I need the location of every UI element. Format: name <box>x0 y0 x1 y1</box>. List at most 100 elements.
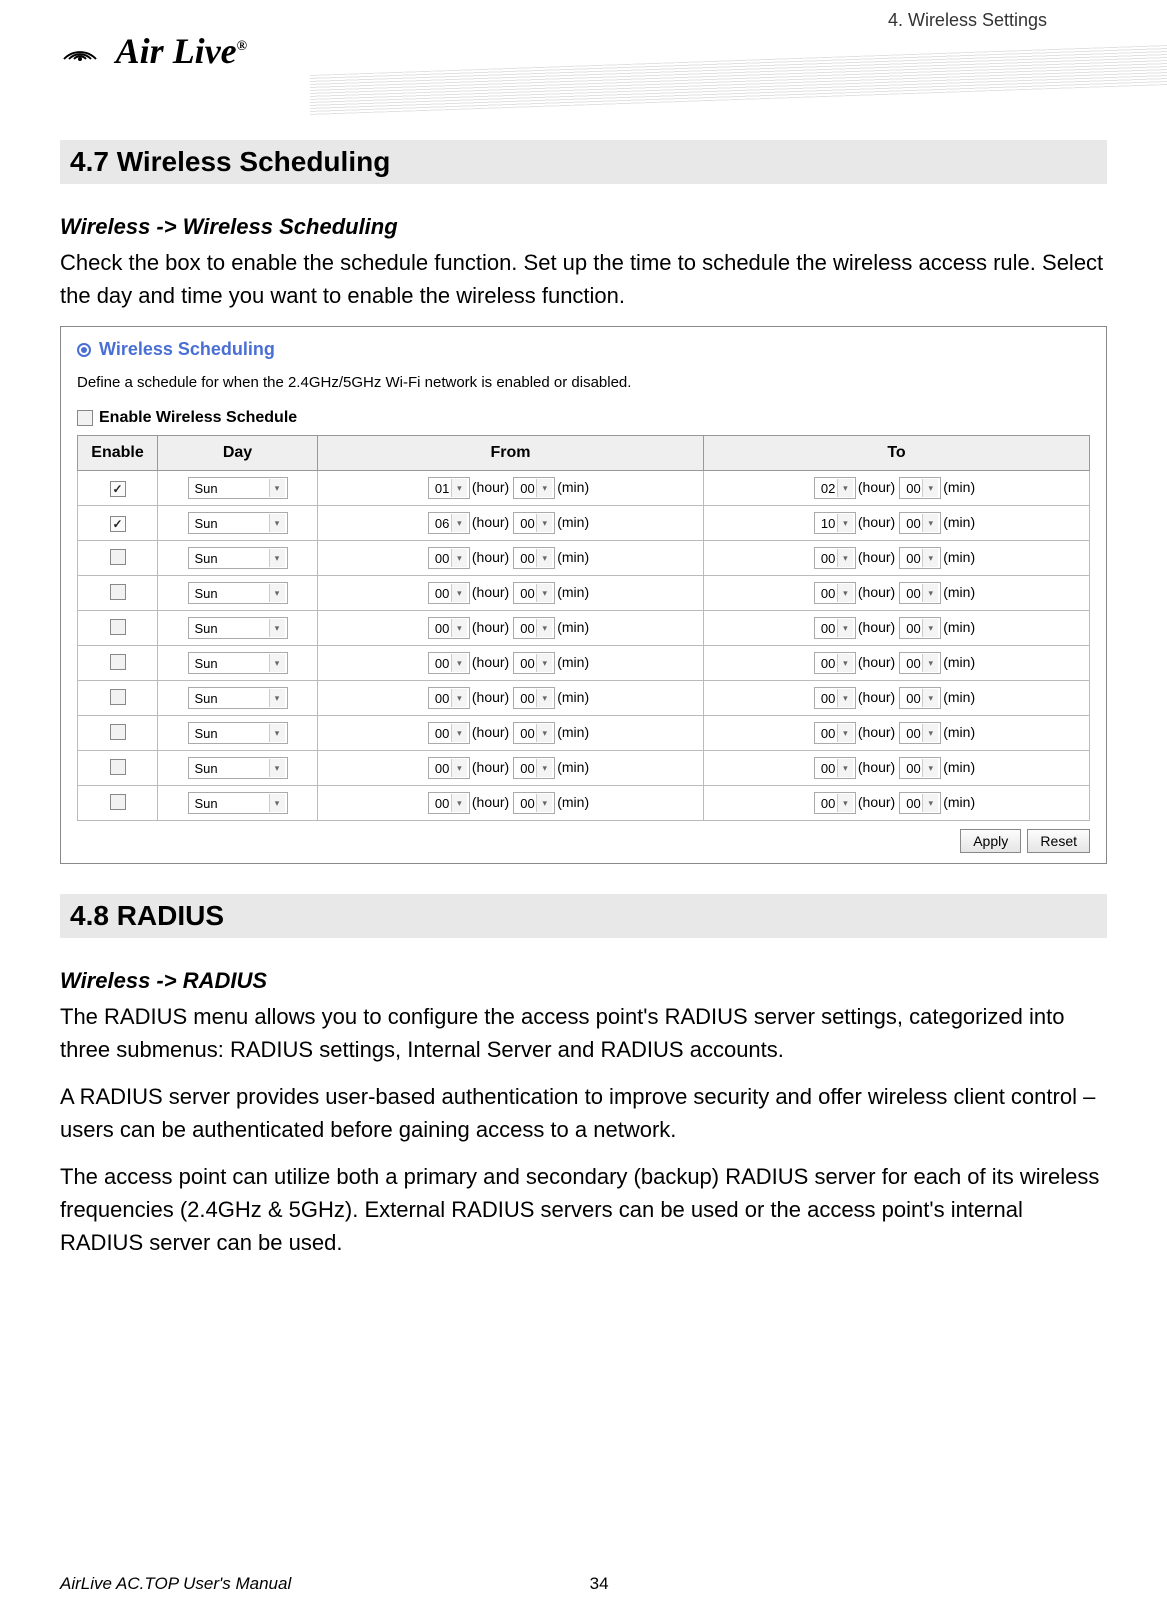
screenshot-desc: Define a schedule for when the 2.4GHz/5G… <box>77 374 1090 391</box>
row-enable-checkbox[interactable] <box>110 481 126 497</box>
min-label: (min) <box>943 514 975 530</box>
day-select[interactable]: Sun▾ <box>188 757 288 779</box>
row-enable-checkbox[interactable] <box>110 689 126 705</box>
row-enable-checkbox[interactable] <box>110 794 126 810</box>
row-enable-checkbox[interactable] <box>110 724 126 740</box>
hour-select[interactable]: 00▾ <box>814 547 856 569</box>
row-enable-checkbox[interactable] <box>110 619 126 635</box>
enable-schedule-label: Enable Wireless Schedule <box>99 409 297 427</box>
day-select[interactable]: Sun▾ <box>188 792 288 814</box>
min-select[interactable]: 00▾ <box>899 722 941 744</box>
row-enable-checkbox[interactable] <box>110 654 126 670</box>
hour-select[interactable]: 00▾ <box>814 582 856 604</box>
row-enable-checkbox[interactable] <box>110 516 126 532</box>
apply-button[interactable]: Apply <box>960 829 1021 853</box>
hour-select[interactable]: 00▾ <box>428 617 470 639</box>
min-select[interactable]: 00▾ <box>899 477 941 499</box>
hour-select[interactable]: 00▾ <box>814 652 856 674</box>
chevron-down-icon: ▾ <box>922 584 938 602</box>
hour-select[interactable]: 00▾ <box>814 722 856 744</box>
min-select[interactable]: 00▾ <box>513 757 555 779</box>
hour-label: (hour) <box>858 724 895 740</box>
min-select[interactable]: 00▾ <box>513 617 555 639</box>
wifi-icon <box>60 30 100 72</box>
chevron-down-icon: ▾ <box>536 654 552 672</box>
day-select[interactable]: Sun▾ <box>188 617 288 639</box>
hour-select[interactable]: 00▾ <box>428 652 470 674</box>
min-select[interactable]: 00▾ <box>899 582 941 604</box>
min-select[interactable]: 00▾ <box>513 582 555 604</box>
chevron-down-icon: ▾ <box>837 689 853 707</box>
hour-select[interactable]: 01▾ <box>428 477 470 499</box>
row-enable-checkbox[interactable] <box>110 584 126 600</box>
day-select[interactable]: Sun▾ <box>188 512 288 534</box>
enable-schedule-checkbox[interactable] <box>77 410 93 426</box>
min-select[interactable]: 00▾ <box>513 722 555 744</box>
min-select[interactable]: 00▾ <box>899 792 941 814</box>
chevron-down-icon: ▾ <box>837 549 853 567</box>
row-enable-checkbox[interactable] <box>110 759 126 775</box>
reset-button[interactable]: Reset <box>1027 829 1090 853</box>
day-select[interactable]: Sun▾ <box>188 477 288 499</box>
min-select[interactable]: 00▾ <box>513 512 555 534</box>
min-label: (min) <box>943 584 975 600</box>
min-select[interactable]: 00▾ <box>513 687 555 709</box>
chevron-down-icon: ▾ <box>536 619 552 637</box>
chevron-down-icon: ▾ <box>269 724 285 742</box>
min-select[interactable]: 00▾ <box>899 512 941 534</box>
chevron-down-icon: ▾ <box>269 759 285 777</box>
day-select[interactable]: Sun▾ <box>188 722 288 744</box>
min-select[interactable]: 00▾ <box>513 792 555 814</box>
min-select[interactable]: 00▾ <box>513 652 555 674</box>
min-label: (min) <box>943 549 975 565</box>
row-enable-checkbox[interactable] <box>110 549 126 565</box>
chevron-down-icon: ▾ <box>269 584 285 602</box>
min-label: (min) <box>557 479 589 495</box>
table-row: Sun▾00▾(hour)00▾(min)00▾(hour)00▾(min) <box>78 786 1090 821</box>
min-select[interactable]: 00▾ <box>513 477 555 499</box>
hour-select[interactable]: 00▾ <box>428 547 470 569</box>
hour-label: (hour) <box>472 724 509 740</box>
min-label: (min) <box>943 479 975 495</box>
hour-select[interactable]: 00▾ <box>428 757 470 779</box>
hour-select[interactable]: 02▾ <box>814 477 856 499</box>
min-select[interactable]: 00▾ <box>899 547 941 569</box>
chevron-down-icon: ▾ <box>269 619 285 637</box>
hour-select[interactable]: 00▾ <box>814 617 856 639</box>
day-select[interactable]: Sun▾ <box>188 547 288 569</box>
chevron-down-icon: ▾ <box>922 759 938 777</box>
chevron-down-icon: ▾ <box>451 549 467 567</box>
hour-select[interactable]: 00▾ <box>814 757 856 779</box>
min-select[interactable]: 00▾ <box>899 687 941 709</box>
min-select[interactable]: 00▾ <box>899 652 941 674</box>
day-select[interactable]: Sun▾ <box>188 652 288 674</box>
min-label: (min) <box>557 724 589 740</box>
chevron-down-icon: ▾ <box>451 724 467 742</box>
hour-select[interactable]: 06▾ <box>428 512 470 534</box>
hour-label: (hour) <box>858 549 895 565</box>
hour-label: (hour) <box>472 619 509 635</box>
hour-label: (hour) <box>472 584 509 600</box>
hour-select[interactable]: 00▾ <box>428 582 470 604</box>
chevron-down-icon: ▾ <box>536 759 552 777</box>
screenshot-title-row: Wireless Scheduling <box>77 339 1090 360</box>
chevron-down-icon: ▾ <box>837 654 853 672</box>
min-label: (min) <box>557 584 589 600</box>
hour-select[interactable]: 00▾ <box>428 687 470 709</box>
hour-select[interactable]: 00▾ <box>814 792 856 814</box>
day-select[interactable]: Sun▾ <box>188 582 288 604</box>
min-select[interactable]: 00▾ <box>899 757 941 779</box>
min-select[interactable]: 00▾ <box>513 547 555 569</box>
hour-select[interactable]: 00▾ <box>814 687 856 709</box>
min-select[interactable]: 00▾ <box>899 617 941 639</box>
hour-select[interactable]: 10▾ <box>814 512 856 534</box>
hour-select[interactable]: 00▾ <box>428 722 470 744</box>
hour-label: (hour) <box>858 514 895 530</box>
day-select[interactable]: Sun▾ <box>188 687 288 709</box>
hour-select[interactable]: 00▾ <box>428 792 470 814</box>
table-row: Sun▾00▾(hour)00▾(min)00▾(hour)00▾(min) <box>78 681 1090 716</box>
chevron-down-icon: ▾ <box>837 584 853 602</box>
hour-label: (hour) <box>858 759 895 775</box>
page-number: 34 <box>590 1574 609 1594</box>
hour-label: (hour) <box>472 549 509 565</box>
